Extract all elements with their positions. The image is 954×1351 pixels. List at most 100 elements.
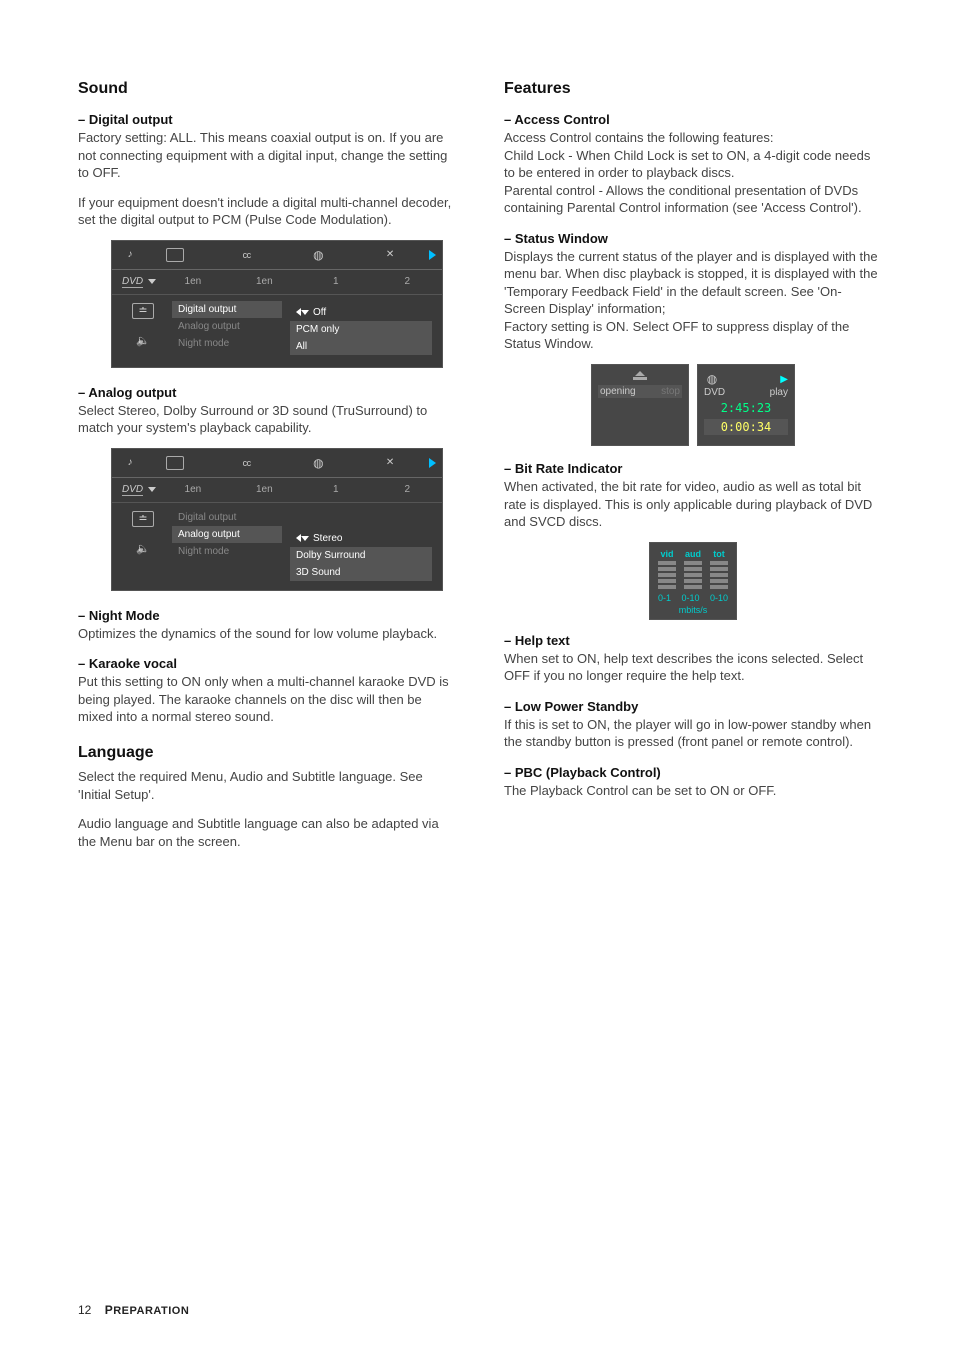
- osd-tab-cc: [212, 244, 282, 266]
- status-box-right: ▶ DVD play 2:45:23 0:00:34: [698, 365, 794, 445]
- tools-icon: [382, 455, 398, 471]
- osd2-label-digital: Digital output: [172, 509, 282, 526]
- osd2-opt-stereo: Stereo: [290, 530, 432, 547]
- osd2-opt-dolby: Dolby Surround: [290, 547, 432, 564]
- digital-output-p2: If your equipment doesn't include a digi…: [78, 194, 456, 229]
- status-left-stop: stop: [661, 386, 680, 397]
- osd-tab-screen: [140, 244, 210, 266]
- language-p1: Select the required Menu, Audio and Subt…: [78, 768, 456, 803]
- osd-label-night: Night mode: [172, 335, 282, 352]
- osd-labels: Digital output Analog output Night mode: [172, 301, 282, 352]
- bitrate-vid-label: vid: [660, 549, 673, 559]
- osd-opt-off: Off: [290, 304, 432, 321]
- status-window-heading: – Status Window: [504, 231, 882, 246]
- osd2-label-night: Night mode: [172, 543, 282, 560]
- arrow-right-icon: [429, 250, 436, 260]
- pbc-p: The Playback Control can be set to ON or…: [504, 782, 882, 800]
- osd-options: Off PCM only All: [290, 301, 432, 358]
- digital-output-heading: – Digital output: [78, 112, 456, 127]
- osd2-options: Stereo Dolby Surround 3D Sound: [290, 509, 432, 584]
- section-first-letter: P: [105, 1303, 114, 1317]
- status-time-2: 0:00:34: [704, 419, 788, 435]
- speaker-icon: [135, 541, 151, 557]
- features-heading: Features: [504, 80, 882, 98]
- osd-label-analog: Analog output: [172, 318, 282, 335]
- osd2-status-c2: 1en: [230, 484, 299, 495]
- screen-icon: [166, 456, 184, 470]
- bitrate-r2: 0-10: [681, 593, 699, 603]
- bitrate-aud-label: aud: [685, 549, 701, 559]
- status-window-p2: Factory setting is ON. Select OFF to sup…: [504, 318, 882, 353]
- osd-tab-tools: [355, 244, 425, 266]
- osd2-labels: Digital output Analog output Night mode: [172, 509, 282, 560]
- osd2-tab-row: [112, 449, 442, 478]
- section-rest: REPARATION: [113, 1305, 189, 1317]
- osd-opt-off-label: Off: [313, 307, 326, 318]
- access-control-heading: – Access Control: [504, 112, 882, 127]
- globe-icon: [310, 455, 326, 471]
- osd2-tab-globe: [284, 452, 354, 474]
- night-mode-p: Optimizes the dynamics of the sound for …: [78, 625, 456, 643]
- osd-left-icons: [122, 301, 164, 349]
- arrow-right-icon: [429, 458, 436, 468]
- bitrate-r3: 0-10: [710, 593, 728, 603]
- bitrate-columns: vid aud tot: [658, 549, 728, 589]
- osd-opt-pcm: PCM only: [290, 321, 432, 338]
- status-left-row: opening stop: [598, 385, 682, 398]
- music-note-icon: [122, 247, 138, 263]
- speaker-icon: [135, 333, 151, 349]
- bitrate-col-vid: vid: [658, 549, 676, 589]
- osd-digital-output: DVD 1en 1en 1 2 Digital output Analog ou…: [112, 241, 442, 367]
- globe-icon: [310, 247, 326, 263]
- pbc-heading: – PBC (Playback Control): [504, 765, 882, 780]
- music-note-icon: [122, 455, 138, 471]
- status-box-left: opening stop: [592, 365, 688, 445]
- bitrate-box: vid aud tot 0-1: [650, 543, 736, 619]
- osd2-status-row: DVD 1en 1en 1 2: [112, 478, 442, 503]
- bitrate-ranges: 0-1 0-10 0-10: [658, 593, 728, 603]
- bitrate-p: When activated, the bit rate for video, …: [504, 478, 882, 531]
- bitrate-heading: – Bit Rate Indicator: [504, 461, 882, 476]
- osd2-tab-tools: [355, 452, 425, 474]
- osd-tab-row: [112, 241, 442, 270]
- bitrate-indicator: vid aud tot 0-1: [504, 543, 882, 619]
- chevron-down-icon: [148, 487, 156, 492]
- equal-icon: [132, 303, 154, 319]
- status-time-1: 2:45:23: [704, 398, 788, 415]
- bitrate-col-aud: aud: [684, 549, 702, 589]
- cc-icon: [239, 455, 255, 471]
- digital-output-p1: Factory setting: ALL. This means coaxial…: [78, 129, 456, 182]
- play-icon: ▶: [780, 374, 788, 385]
- help-text-heading: – Help text: [504, 633, 882, 648]
- status-left-opening: opening: [600, 386, 636, 397]
- status-dvd-label: DVD: [704, 387, 725, 398]
- access-p1: Access Control contains the following fe…: [504, 129, 882, 147]
- night-mode-heading: – Night Mode: [78, 608, 456, 623]
- osd-status-c2: 1en: [230, 276, 299, 287]
- osd2-status-c3: 1: [301, 484, 370, 495]
- osd-body: Digital output Analog output Night mode …: [112, 295, 442, 367]
- page-footer: 12 PREPARATION: [78, 1303, 189, 1317]
- low-power-p: If this is set to ON, the player will go…: [504, 716, 882, 751]
- language-heading: Language: [78, 744, 456, 762]
- status-play-label: play: [770, 387, 788, 398]
- osd-tab-globe: [284, 244, 354, 266]
- analog-output-heading: – Analog output: [78, 385, 456, 400]
- osd2-status-c1: 1en: [158, 484, 227, 495]
- osd2-tab-screen: [140, 452, 210, 474]
- osd-status-c4: 2: [373, 276, 442, 287]
- osd2-dvd-label: DVD: [122, 484, 143, 496]
- status-window-illustration: opening stop ▶ DVD play 2:45:23 0:00:34: [504, 365, 882, 445]
- low-power-heading: – Low Power Standby: [504, 699, 882, 714]
- osd2-label-analog: Analog output: [172, 526, 282, 543]
- section-name: PREPARATION: [105, 1303, 190, 1317]
- osd2-body: Digital output Analog output Night mode …: [112, 503, 442, 590]
- osd2-tab-cc: [212, 452, 282, 474]
- equal-icon: [132, 511, 154, 527]
- osd-label-digital: Digital output: [172, 301, 282, 318]
- status-window-p1: Displays the current status of the playe…: [504, 248, 882, 318]
- bitrate-tot-label: tot: [713, 549, 725, 559]
- osd-opt-all: All: [290, 338, 432, 355]
- status-right-labels: DVD play: [704, 387, 788, 398]
- access-p3: Parental control - Allows the conditiona…: [504, 182, 882, 217]
